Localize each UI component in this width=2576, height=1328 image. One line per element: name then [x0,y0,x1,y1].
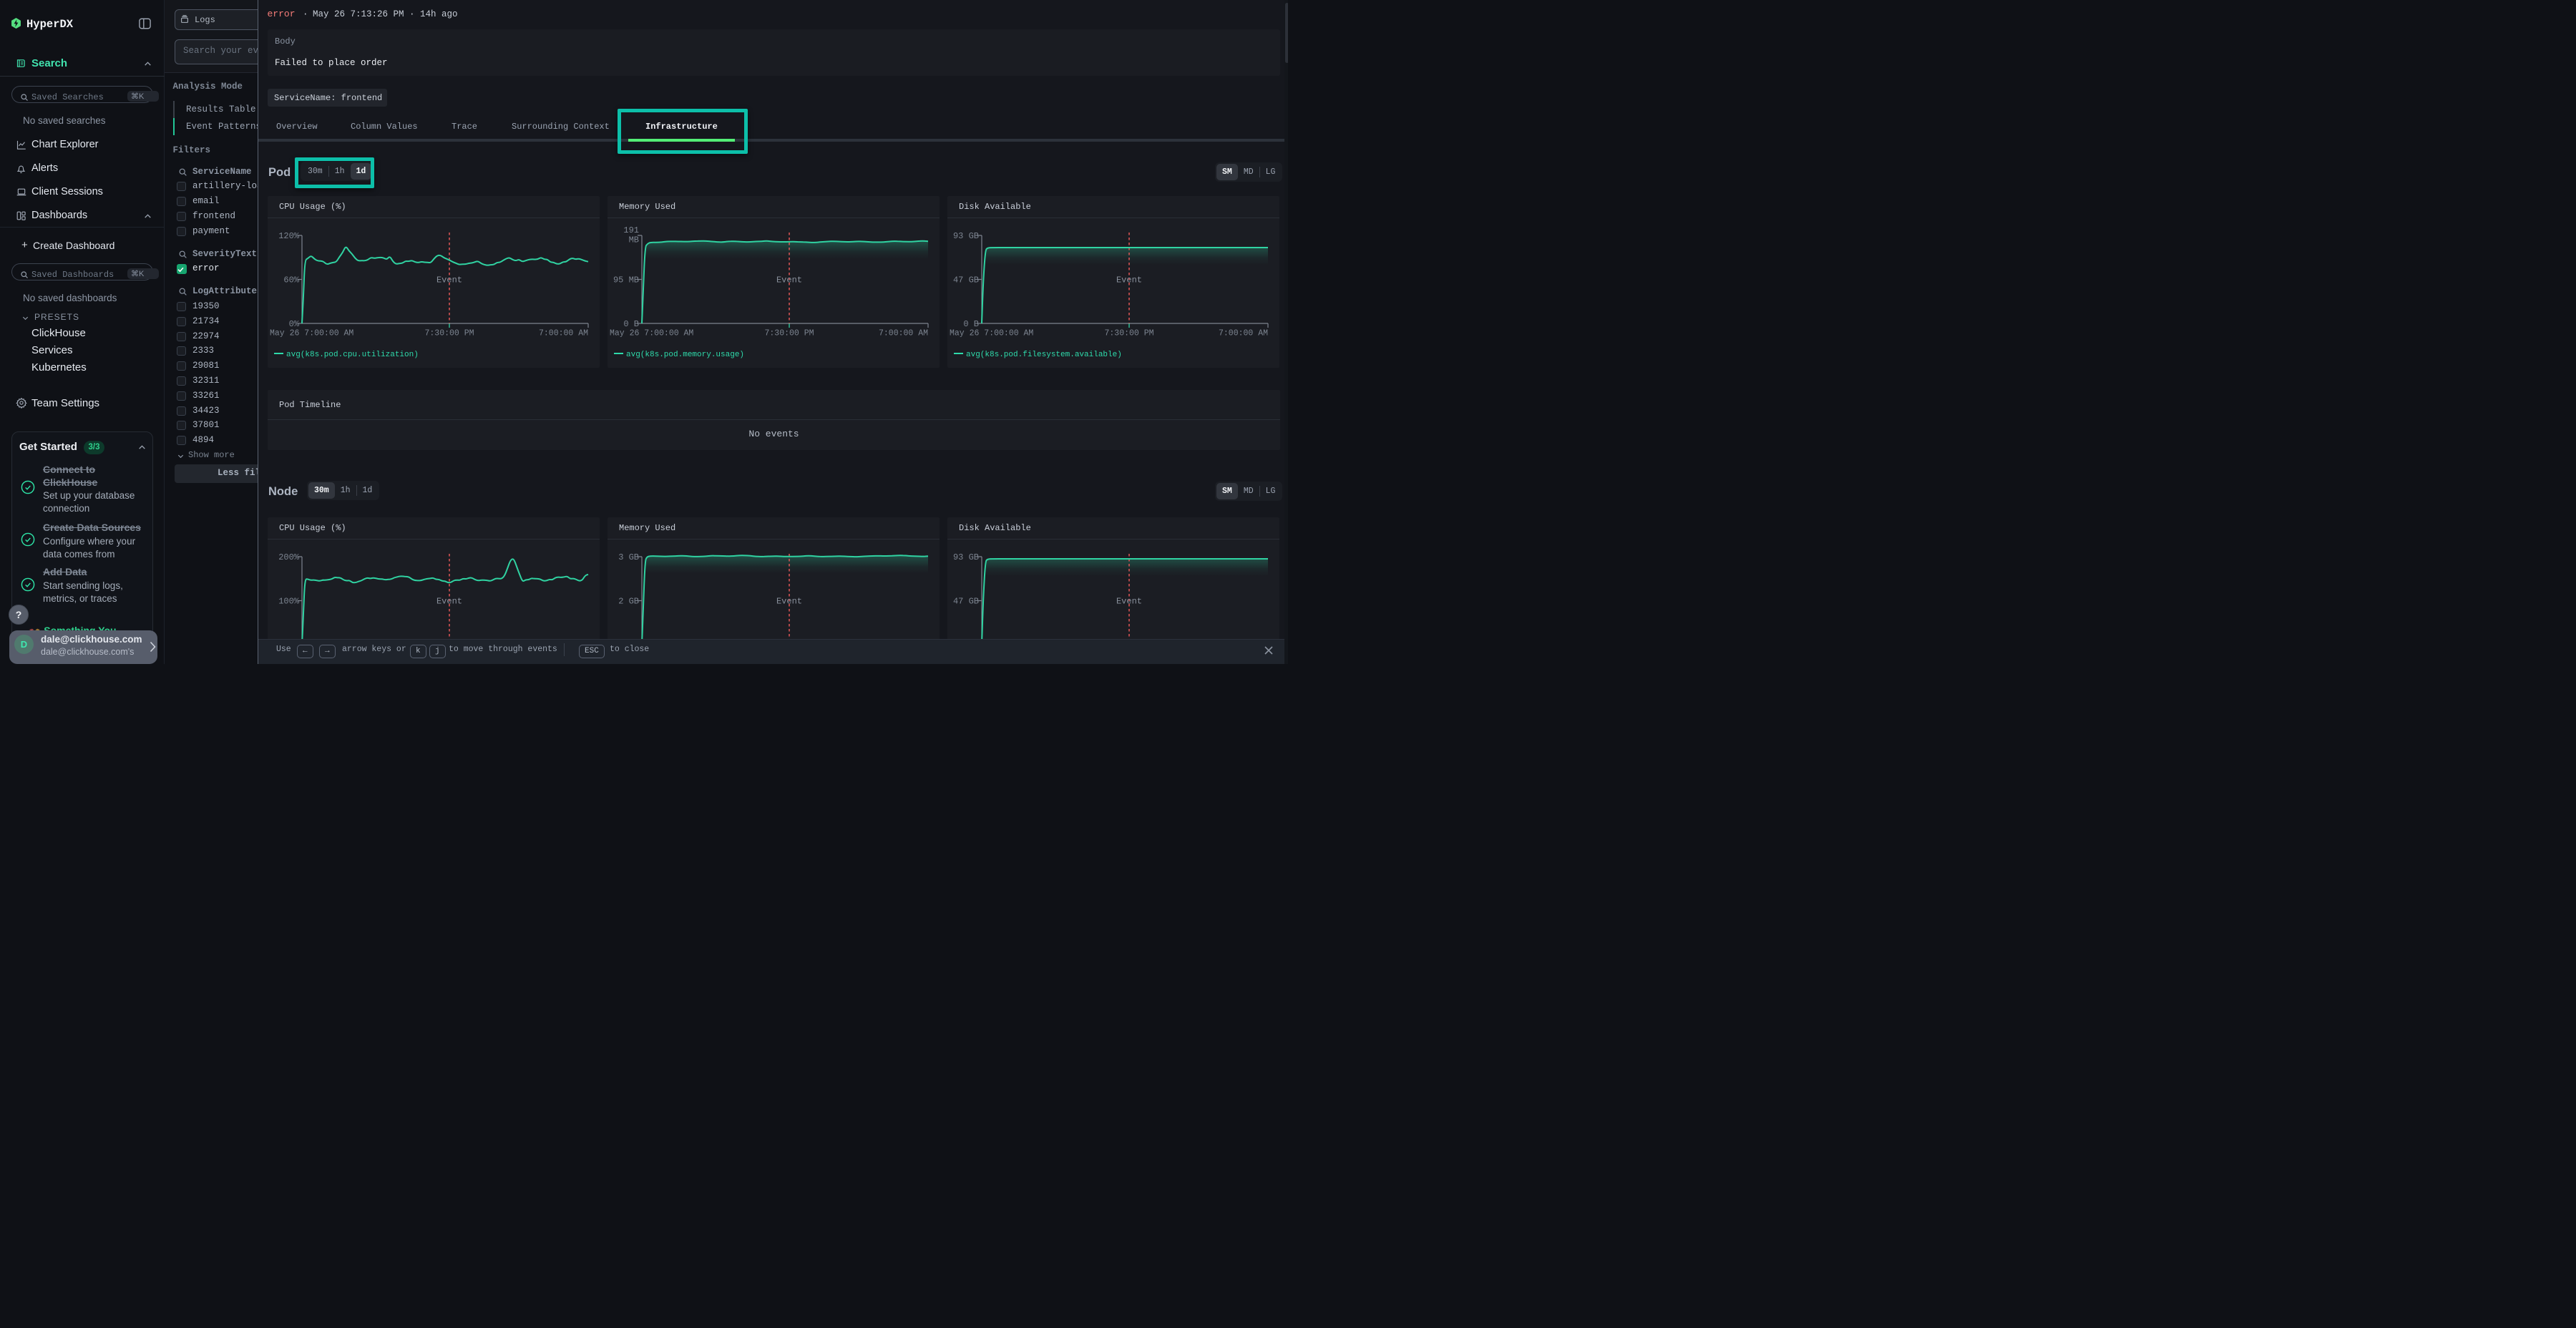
svg-text:7:30:00 PM: 7:30:00 PM [764,329,814,338]
svg-text:93 GB: 93 GB [953,552,979,562]
svg-text:Event: Event [776,597,802,607]
svg-text:2 GB: 2 GB [618,597,639,607]
svg-text:3 GB: 3 GB [618,552,639,562]
svg-text:47 GB: 47 GB [953,597,979,607]
svg-text:MB: MB [629,235,639,245]
svg-text:7:30:00 PM: 7:30:00 PM [424,329,474,338]
svg-text:93 GB: 93 GB [953,231,979,241]
svg-text:May 26 7:00:00 AM: May 26 7:00:00 AM [270,329,353,338]
svg-text:47 GB: 47 GB [953,275,979,285]
svg-text:7:00:00 AM: 7:00:00 AM [539,329,588,338]
svg-text:0 B: 0 B [623,319,639,329]
svg-text:Event: Event [436,275,462,285]
svg-text:60%: 60% [283,275,299,285]
svg-text:0 B: 0 B [963,319,979,329]
svg-text:avg(k8s.pod.memory.usage): avg(k8s.pod.memory.usage) [626,351,744,359]
svg-text:Event: Event [1116,275,1142,285]
svg-text:Event: Event [1116,597,1142,607]
svg-text:95 MB: 95 MB [613,275,639,285]
svg-text:200%: 200% [278,552,300,562]
svg-text:7:00:00 AM: 7:00:00 AM [879,329,928,338]
svg-text:120%: 120% [278,231,300,241]
svg-text:Event: Event [776,275,802,285]
svg-text:7:30:00 PM: 7:30:00 PM [1104,329,1153,338]
svg-text:0%: 0% [289,319,300,329]
svg-text:May 26 7:00:00 AM: May 26 7:00:00 AM [950,329,1033,338]
svg-text:7:00:00 AM: 7:00:00 AM [1219,329,1268,338]
svg-text:avg(k8s.pod.filesystem.availab: avg(k8s.pod.filesystem.available) [966,351,1122,359]
svg-text:Event: Event [436,597,462,607]
svg-text:avg(k8s.pod.cpu.utilization): avg(k8s.pod.cpu.utilization) [286,351,419,359]
svg-text:May 26 7:00:00 AM: May 26 7:00:00 AM [610,329,693,338]
svg-text:191: 191 [623,225,639,235]
svg-text:100%: 100% [278,597,300,607]
